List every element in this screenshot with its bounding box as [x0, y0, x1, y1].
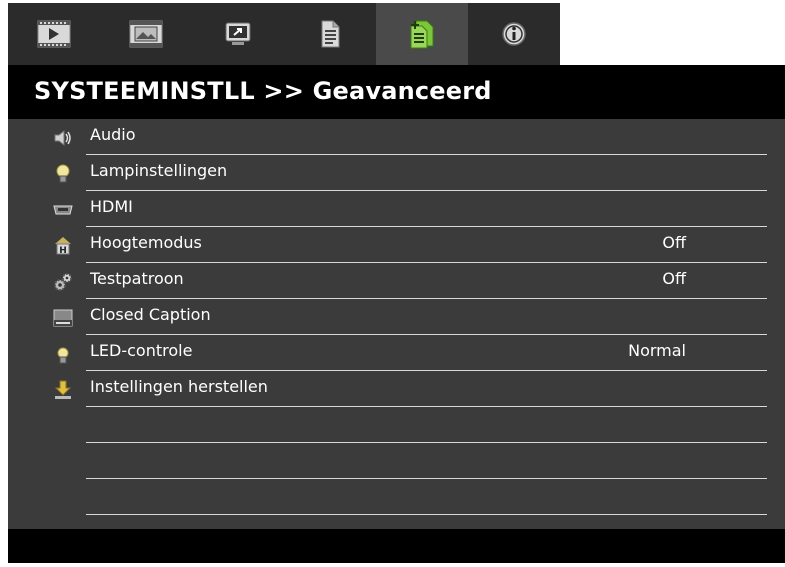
footer-bar [8, 529, 785, 563]
page-title: SYSTEEMINSTLL >> Geavanceerd [34, 77, 492, 105]
test-pattern-icon [54, 273, 72, 291]
led-icon [57, 347, 69, 364]
menu-item-label: Testpatroon [90, 269, 184, 288]
menu-item-label: Instellingen herstellen [90, 377, 268, 396]
screen-icon [129, 20, 163, 48]
title-bar: SYSTEEMINSTLL >> Geavanceerd [8, 65, 785, 119]
hdmi-icon [53, 205, 73, 215]
menu-item-empty [8, 479, 785, 515]
menu-item-reset-settings[interactable]: Instellingen herstellen [8, 371, 785, 407]
tab-info[interactable] [468, 3, 560, 65]
menu-item-value: Off [662, 233, 686, 252]
tab-setup[interactable] [192, 3, 284, 65]
menu-item-test-pattern[interactable]: Testpatroon Off [8, 263, 785, 299]
menu-tab-bar [8, 3, 564, 65]
divider [86, 514, 767, 515]
menu-item-label: Closed Caption [90, 305, 211, 324]
menu-item-label: Hoogtemodus [90, 233, 202, 252]
menu-item-closed-caption[interactable]: Closed Caption [8, 299, 785, 335]
menu-item-altitude-mode[interactable]: H Hoogtemodus Off [8, 227, 785, 263]
tab-document[interactable] [284, 3, 376, 65]
menu-item-label: HDMI [90, 197, 133, 216]
tab-advanced-settings[interactable] [376, 3, 468, 65]
menu-item-label: LED-controle [90, 341, 193, 360]
setup-icon [225, 22, 251, 45]
settings-panel: SYSTEEMINSTLL >> Geavanceerd Audio Lampi… [8, 65, 785, 563]
svg-text:H: H [59, 246, 67, 256]
menu-item-value: Normal [628, 341, 686, 360]
menu-item-hdmi[interactable]: HDMI [8, 191, 785, 227]
menu-item-empty [8, 443, 785, 479]
tab-screen[interactable] [100, 3, 192, 65]
image-icon [37, 20, 71, 48]
speaker-icon [54, 129, 71, 147]
tab-image[interactable] [8, 3, 100, 65]
settings-menu: Audio Lampinstellingen HDMI H Hoogtemodu… [8, 119, 785, 515]
info-icon [502, 22, 526, 46]
altitude-icon: H [55, 237, 71, 256]
lamp-icon [56, 164, 70, 183]
document-icon [321, 20, 340, 48]
menu-item-led-control[interactable]: LED-controle Normal [8, 335, 785, 371]
reset-icon [54, 380, 72, 399]
menu-item-empty [8, 407, 785, 443]
menu-item-audio[interactable]: Audio [8, 119, 785, 155]
menu-item-label: Audio [90, 125, 136, 144]
menu-item-lamp-settings[interactable]: Lampinstellingen [8, 155, 785, 191]
menu-item-value: Off [662, 269, 686, 288]
advanced-settings-icon [410, 20, 434, 49]
menu-item-label: Lampinstellingen [90, 161, 228, 180]
caption-icon [53, 309, 73, 327]
